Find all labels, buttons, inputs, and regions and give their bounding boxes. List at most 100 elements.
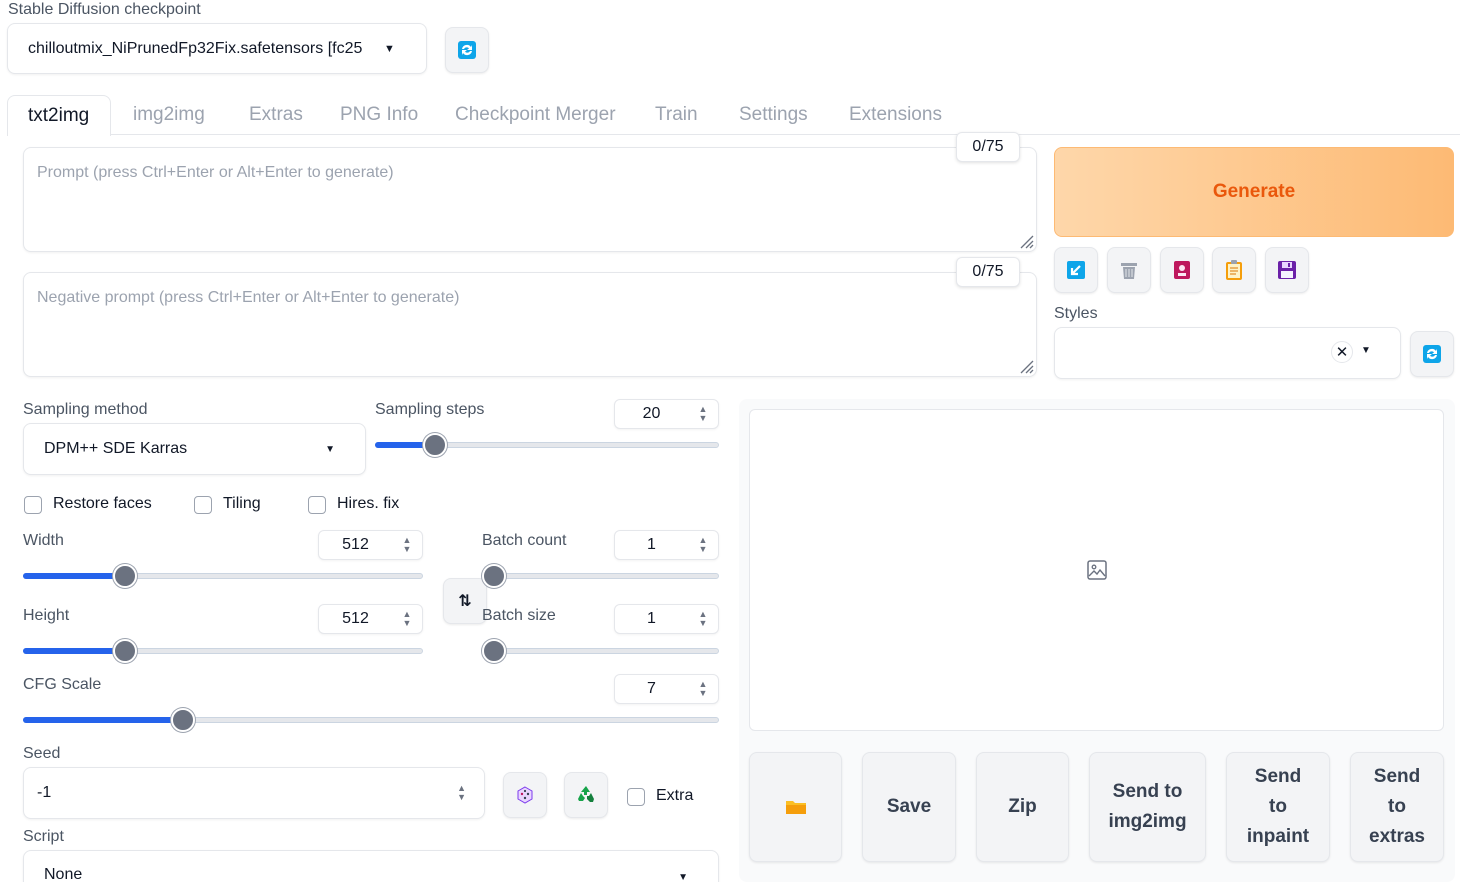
- send-to-img2img-label-2: img2img: [1108, 811, 1187, 832]
- stepper-icon[interactable]: ▲ ▼: [694, 405, 712, 423]
- hires-fix-checkbox[interactable]: [308, 496, 326, 514]
- batch-count-value: 1: [647, 536, 656, 553]
- clear-icon[interactable]: ✕: [1331, 341, 1353, 363]
- stepper-icon[interactable]: ▲ ▼: [398, 610, 416, 628]
- height-input[interactable]: 512 ▲ ▼: [318, 604, 423, 634]
- restore-faces-checkbox[interactable]: [24, 496, 42, 514]
- extra-seed-checkbox[interactable]: [627, 788, 645, 806]
- folder-icon: [785, 801, 806, 814]
- open-folder-button[interactable]: [749, 752, 842, 862]
- slider-thumb[interactable]: [171, 708, 195, 732]
- chevron-down-icon: ▼: [678, 872, 688, 882]
- tab-txt2img-label: txt2img: [28, 105, 90, 126]
- save-button-label: Save: [886, 796, 932, 817]
- apply-style-button[interactable]: [1212, 247, 1256, 293]
- send-to-extras-label-3: extras: [1369, 826, 1425, 847]
- extra-networks-button[interactable]: [1160, 247, 1204, 293]
- save-icon: [1278, 261, 1296, 279]
- checkpoint-dropdown[interactable]: chilloutmix_NiPrunedFp32Fix.safetensors …: [7, 23, 427, 74]
- script-label: Script: [23, 828, 64, 845]
- read-params-button[interactable]: [1054, 247, 1098, 293]
- zip-button[interactable]: Zip: [976, 752, 1069, 862]
- chevron-down-icon: ▼: [325, 443, 335, 455]
- tab-checkpoint-merger[interactable]: Checkpoint Merger: [455, 104, 616, 134]
- tab-img2img[interactable]: img2img: [133, 104, 205, 134]
- prompt-textarea[interactable]: Prompt (press Ctrl+Enter or Alt+Enter to…: [23, 147, 1037, 252]
- batch-count-input[interactable]: 1 ▲ ▼: [614, 530, 719, 560]
- send-to-inpaint-button[interactable]: Send to inpaint: [1226, 752, 1330, 862]
- tab-train[interactable]: Train: [655, 104, 698, 134]
- resize-handle-icon[interactable]: [1018, 233, 1034, 249]
- cfg-scale-slider[interactable]: [23, 708, 719, 732]
- refresh-icon: [1423, 345, 1441, 363]
- batch-count-slider[interactable]: [482, 564, 719, 588]
- negative-prompt-placeholder: Negative prompt (press Ctrl+Enter or Alt…: [37, 289, 460, 306]
- random-seed-button[interactable]: [503, 772, 547, 818]
- batch-size-value: 1: [647, 610, 656, 627]
- slider-thumb[interactable]: [482, 564, 506, 588]
- seed-label: Seed: [23, 745, 61, 762]
- tab-divider: [111, 134, 1460, 135]
- tiling-label: Tiling: [223, 495, 261, 512]
- styles-refresh-button[interactable]: [1410, 331, 1454, 377]
- cfg-scale-value: 7: [647, 680, 656, 697]
- slider-thumb[interactable]: [423, 433, 447, 457]
- slider-thumb[interactable]: [113, 639, 137, 663]
- generate-button[interactable]: Generate: [1054, 147, 1454, 237]
- tab-settings[interactable]: Settings: [739, 104, 808, 134]
- tab-extras[interactable]: Extras: [249, 104, 303, 134]
- extra-seed-label: Extra: [656, 787, 694, 804]
- save-button[interactable]: Save: [862, 752, 956, 862]
- image-placeholder-icon: [1086, 560, 1107, 580]
- batch-count-label: Batch count: [482, 532, 567, 549]
- stepper-icon[interactable]: ▲ ▼: [694, 610, 712, 628]
- negative-prompt-textarea[interactable]: Negative prompt (press Ctrl+Enter or Alt…: [23, 272, 1037, 377]
- slider-track[interactable]: [482, 648, 719, 654]
- cfg-scale-input[interactable]: 7 ▲ ▼: [614, 674, 719, 704]
- prompt-token-counter: 0/75: [956, 132, 1020, 162]
- seed-input[interactable]: -1 ▲ ▼: [23, 767, 485, 819]
- slider-fill: [23, 648, 119, 654]
- trash-icon: [1121, 263, 1137, 279]
- cfg-scale-label: CFG Scale: [23, 676, 102, 693]
- tab-txt2img[interactable]: txt2img: [7, 95, 111, 136]
- prompt-placeholder: Prompt (press Ctrl+Enter or Alt+Enter to…: [37, 164, 394, 181]
- hires-fix-label: Hires. fix: [337, 495, 400, 512]
- script-dropdown[interactable]: None ▼: [23, 850, 719, 882]
- clear-prompt-button[interactable]: [1107, 247, 1151, 293]
- tab-extensions[interactable]: Extensions: [849, 104, 942, 134]
- checkpoint-refresh-button[interactable]: [445, 27, 489, 73]
- stepper-icon[interactable]: ▲ ▼: [694, 536, 712, 554]
- slider-track[interactable]: [482, 573, 719, 579]
- slider-thumb[interactable]: [113, 564, 137, 588]
- sampling-steps-input[interactable]: 20 ▲ ▼: [614, 399, 719, 429]
- sampling-steps-label: Sampling steps: [375, 401, 485, 418]
- batch-size-input[interactable]: 1 ▲ ▼: [614, 604, 719, 634]
- chevron-down-icon: ▼: [1361, 345, 1371, 356]
- stepper-icon[interactable]: ▲ ▼: [398, 536, 416, 554]
- swap-dimensions-button[interactable]: ⇅: [443, 578, 487, 624]
- tiling-checkbox[interactable]: [194, 496, 212, 514]
- checkpoint-value: chilloutmix_NiPrunedFp32Fix.safetensors …: [28, 39, 363, 57]
- styles-dropdown[interactable]: ✕ ▼: [1054, 327, 1401, 379]
- sampling-steps-slider[interactable]: [375, 433, 719, 457]
- stepper-icon[interactable]: ▲ ▼: [694, 680, 712, 698]
- save-style-button[interactable]: [1265, 247, 1309, 293]
- send-to-extras-label-1: Send: [1373, 766, 1421, 787]
- sampling-method-dropdown[interactable]: DPM++ SDE Karras ▼: [23, 423, 366, 475]
- slider-thumb[interactable]: [482, 639, 506, 663]
- send-to-img2img-label-1: Send to: [1112, 781, 1183, 802]
- tab-png-info[interactable]: PNG Info: [340, 104, 418, 134]
- restore-faces-label: Restore faces: [53, 495, 152, 512]
- stepper-icon[interactable]: ▲ ▼: [457, 784, 466, 802]
- batch-size-slider[interactable]: [482, 639, 719, 663]
- width-slider[interactable]: [23, 564, 423, 588]
- send-to-img2img-button[interactable]: Send to img2img: [1089, 752, 1206, 862]
- height-slider[interactable]: [23, 639, 423, 663]
- reuse-seed-button[interactable]: [564, 772, 608, 818]
- sampling-steps-value: 20: [642, 405, 661, 422]
- send-to-extras-button[interactable]: Send to extras: [1350, 752, 1444, 862]
- resize-handle-icon[interactable]: [1018, 358, 1034, 374]
- sampling-method-value: DPM++ SDE Karras: [44, 440, 188, 457]
- width-input[interactable]: 512 ▲ ▼: [318, 530, 423, 560]
